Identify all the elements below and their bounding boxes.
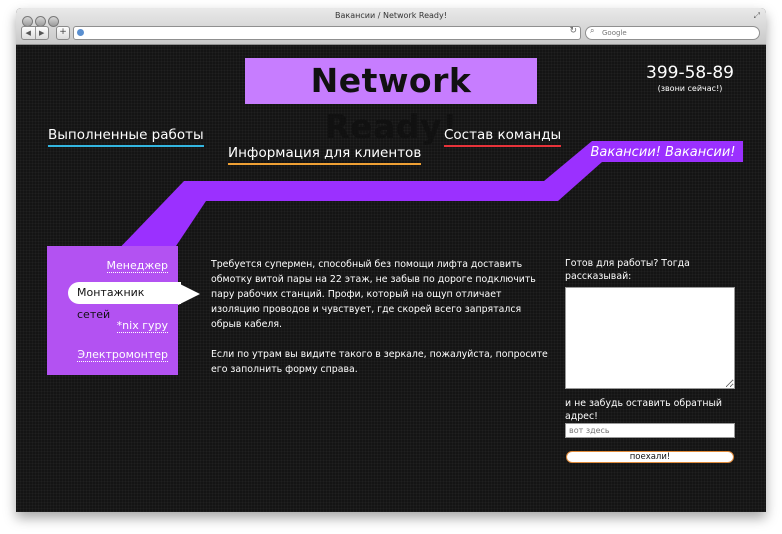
nav-link-clients[interactable]: Информация для клиентов	[228, 145, 422, 165]
sidebar-item-manager[interactable]: Менеджер	[106, 259, 168, 273]
window-title: Вакансии / Network Ready!	[335, 11, 447, 20]
submit-button[interactable]: поехали!	[566, 451, 734, 463]
search-icon: ⌕	[590, 26, 595, 35]
application-form: Готов для работы? Тогда рассказывай: и н…	[565, 257, 737, 463]
back-forward-buttons: ◀ ▶	[21, 26, 49, 40]
address-bar[interactable]: ↻	[73, 26, 581, 40]
active-item-pointer	[178, 283, 200, 305]
sidebar-item-nix-guru[interactable]: *nix гуру	[116, 319, 168, 333]
vacancy-sidebar: Менеджер Монтажник сетей *nix гуру Элект…	[47, 246, 181, 375]
nav-link-team[interactable]: Состав команды	[444, 127, 562, 147]
browser-toolbar: ◀ ▶ + ↻ ⌕	[16, 24, 766, 42]
globe-icon	[77, 29, 84, 36]
reload-icon[interactable]: ↻	[569, 26, 577, 36]
job-paragraph-1: Требуется супермен, способный без помощи…	[211, 259, 536, 330]
phone-block: 399-58-89 (звони сейчас!)	[638, 63, 742, 93]
fullscreen-icon[interactable]: ⤢	[754, 11, 760, 21]
site-logo[interactable]: Network Ready!	[245, 58, 537, 146]
sidebar-item-electrician[interactable]: Электромонтер	[77, 348, 168, 362]
ready-label: Готов для работы? Тогда рассказывай:	[565, 258, 690, 282]
title-bar: Вакансии / Network Ready! ⤢ ◀ ▶ + ↻ ⌕	[16, 8, 766, 45]
address-input[interactable]	[565, 423, 735, 438]
search-input[interactable]	[602, 27, 752, 39]
nav-link-works[interactable]: Выполненные работы	[48, 127, 204, 147]
job-paragraph-2: Если по утрам вы видите такого в зеркале…	[211, 349, 548, 375]
web-page: Network Ready! 399-58-89 (звони сейчас!)…	[16, 45, 766, 512]
address-label: и не забудь оставить обратный адрес!	[565, 398, 722, 422]
search-bar[interactable]: ⌕	[585, 26, 760, 40]
job-description: Требуется супермен, способный без помощи…	[211, 257, 551, 392]
back-button[interactable]: ◀	[22, 27, 36, 39]
browser-window: Вакансии / Network Ready! ⤢ ◀▶ + ↻ ⌕ Net…	[16, 8, 766, 512]
phone-note: (звони сейчас!)	[657, 84, 723, 93]
sidebar-item-network-installer-active[interactable]: Монтажник сетей	[68, 282, 181, 321]
nav-link-vacancies-active[interactable]: Вакансии! Вакансии!	[588, 145, 738, 160]
forward-button[interactable]: ▶	[36, 27, 49, 39]
message-textarea[interactable]	[565, 287, 735, 389]
add-bookmark-button[interactable]: +	[56, 26, 70, 40]
phone-number: 399-58-89	[646, 63, 734, 83]
